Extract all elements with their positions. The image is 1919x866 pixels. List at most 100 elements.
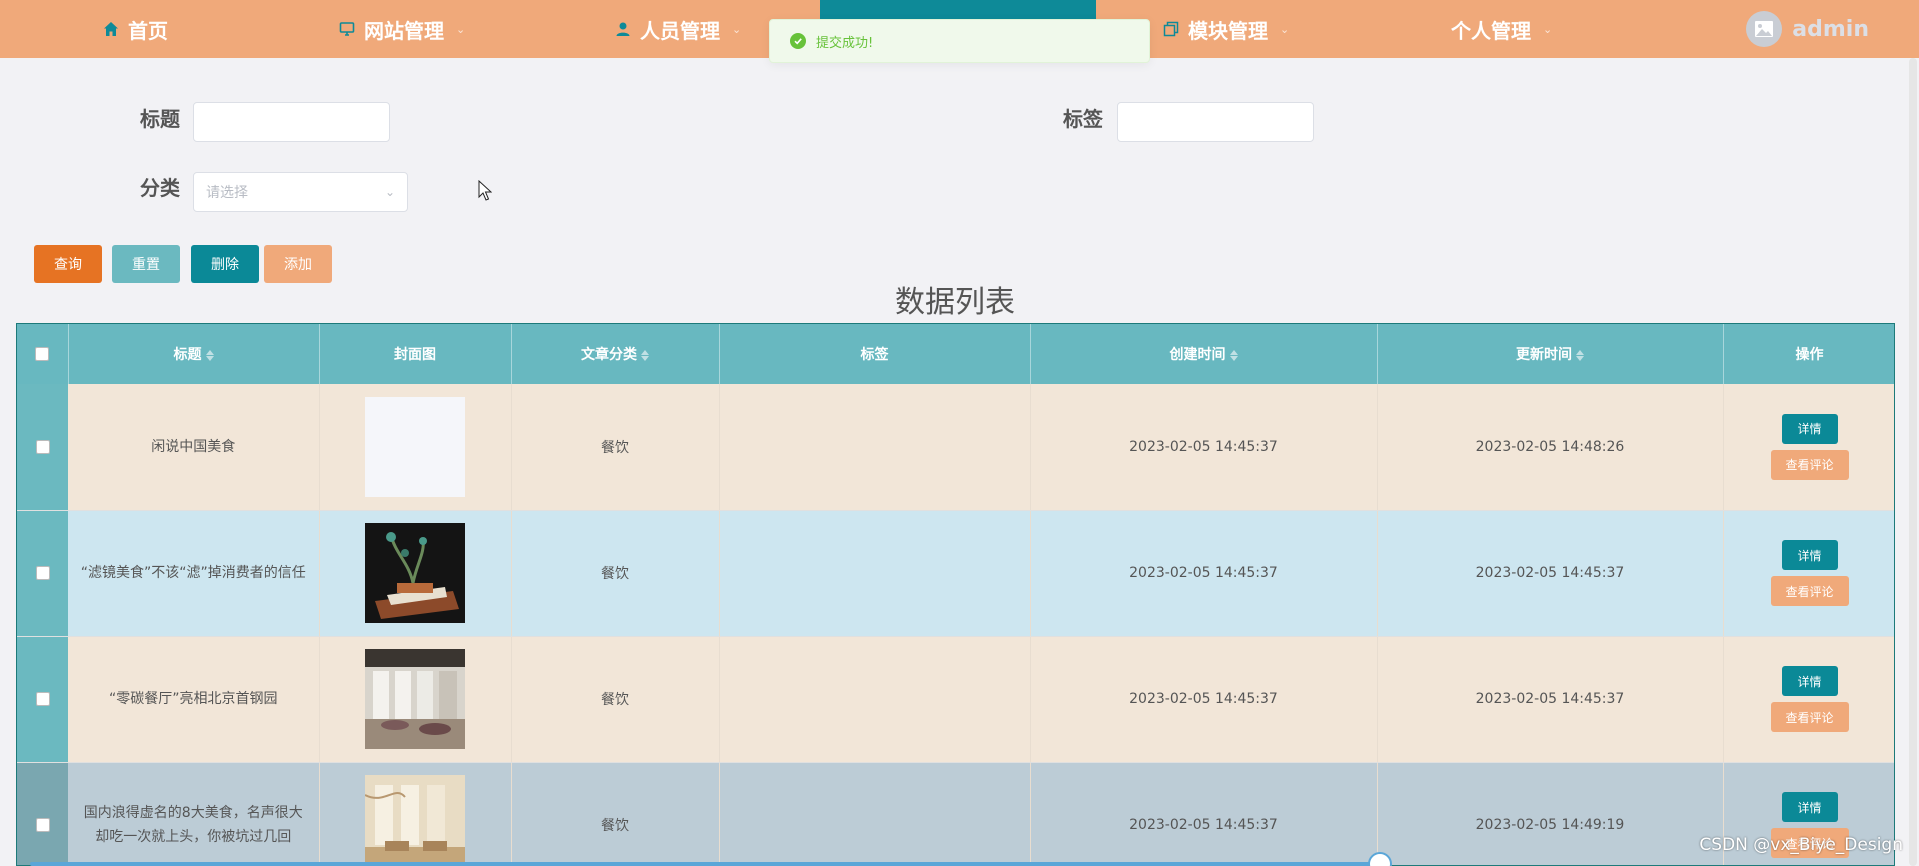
select-all-checkbox[interactable] — [35, 347, 50, 361]
row-select-cell — [17, 510, 68, 637]
chevron-down-icon: ⌄ — [1543, 22, 1553, 36]
row-cover — [319, 510, 512, 637]
row-category: 餐饮 — [511, 384, 720, 511]
row-title: “零碳餐厅”亮相北京首钢园 — [68, 636, 320, 763]
nav-item-label: 首页 — [128, 18, 168, 43]
nav-item-label: 个人管理 — [1451, 18, 1531, 43]
chevron-down-icon: ⌄ — [456, 22, 466, 36]
horizontal-scrollbar[interactable] — [30, 862, 1390, 866]
sort-icon[interactable] — [1229, 349, 1238, 362]
row-category: 餐饮 — [511, 510, 720, 637]
row-cover — [319, 636, 512, 763]
detail-button[interactable]: 详情 — [1781, 540, 1838, 570]
chevron-down-icon: ⌄ — [384, 185, 395, 199]
chevron-down-icon: ⌄ — [1280, 22, 1290, 36]
view-comments-button[interactable]: 查看评论 — [1770, 449, 1849, 480]
row-updated: 2023-02-05 14:48:26 — [1377, 384, 1724, 511]
header-label: 更新时间 — [1516, 347, 1572, 363]
row-checkbox[interactable] — [35, 692, 50, 706]
row-updated: 2023-02-05 14:45:37 — [1377, 510, 1724, 637]
cover-image — [365, 775, 465, 865]
nav-item-module-management[interactable]: 模块管理 ⌄ — [1162, 0, 1289, 58]
nav-item-personal-management[interactable]: 个人管理 ⌄ — [1451, 0, 1552, 58]
row-category: 餐饮 — [511, 762, 720, 865]
header-cover: 封面图 — [319, 324, 512, 384]
toast-message: 提交成功! — [816, 35, 874, 51]
sort-icon[interactable] — [1576, 349, 1584, 362]
view-comments-button[interactable]: 查看评论 — [1770, 702, 1849, 732]
detail-button[interactable]: 详情 — [1781, 792, 1838, 822]
row-actions: 详情 查看评论 — [1723, 636, 1894, 763]
row-cover — [319, 762, 512, 865]
row-actions: 详情 查看评论 — [1723, 510, 1894, 637]
header-category[interactable]: 文章分类 — [511, 324, 720, 384]
row-created: 2023-02-05 14:45:37 — [1030, 510, 1378, 637]
check-circle-icon — [790, 33, 806, 49]
row-select-cell — [17, 636, 68, 763]
username: admin — [1792, 16, 1869, 42]
row-created: 2023-02-05 14:45:37 — [1030, 636, 1378, 763]
category-label: 分类 — [140, 176, 180, 200]
table-header-row: 标题 封面图 文章分类 标签 创建时间 更新时间 操作 — [17, 324, 1894, 384]
tag-label: 标签 — [1063, 107, 1103, 131]
row-tag — [719, 384, 1031, 511]
watermark: CSDN @vx_Biye_Design — [1699, 835, 1903, 855]
select-all-cell — [17, 324, 69, 384]
row-title: “滤镜美食”不该“滤”掉消费者的信任 — [68, 510, 320, 637]
row-checkbox[interactable] — [35, 439, 50, 454]
avatar — [1746, 11, 1783, 47]
sort-icon[interactable] — [205, 349, 214, 362]
row-checkbox[interactable] — [35, 566, 50, 580]
table-row: “滤镜美食”不该“滤”掉消费者的信任 餐饮 2023-02-05 14:45:3… — [17, 510, 1894, 637]
row-actions: 详情 查看评论 — [1723, 384, 1894, 511]
table-row: 国内浪得虚名的8大美食，名声很大却吃一次就上头，你被坑过几回 餐饮 2023-0… — [17, 762, 1894, 865]
header-tag: 标签 — [719, 324, 1031, 384]
view-comments-button[interactable]: 查看评论 — [1770, 576, 1849, 606]
row-title: 闲说中国美食 — [68, 384, 320, 511]
chevron-down-icon: ⌄ — [732, 22, 742, 36]
title-label: 标题 — [140, 107, 180, 131]
header-label: 封面图 — [394, 347, 436, 363]
detail-button[interactable]: 详情 — [1781, 413, 1838, 444]
detail-button[interactable]: 详情 — [1781, 666, 1838, 696]
cover-image — [365, 649, 465, 749]
tag-input[interactable] — [1117, 102, 1314, 142]
row-title: 国内浪得虚名的8大美食，名声很大却吃一次就上头，你被坑过几回 — [68, 762, 320, 865]
row-updated: 2023-02-05 14:49:19 — [1377, 762, 1724, 865]
row-cover — [319, 384, 512, 511]
header-label: 标题 — [173, 347, 202, 363]
nav-item-label: 模块管理 — [1188, 18, 1268, 43]
user-menu[interactable]: admin — [1746, 0, 1869, 58]
title-input[interactable] — [193, 102, 390, 142]
header-created[interactable]: 创建时间 — [1030, 324, 1378, 384]
category-select[interactable]: 请选择 ⌄ — [193, 172, 408, 212]
home-icon — [102, 20, 120, 38]
nav-item-personnel-management[interactable]: 人员管理 ⌄ — [614, 0, 741, 58]
row-tag — [719, 762, 1031, 865]
nav-item-home[interactable]: 首页 — [102, 0, 168, 58]
table-row: “零碳餐厅”亮相北京首钢园 餐饮 2023-02-05 14:45:37 202… — [17, 636, 1894, 763]
copy-icon — [1162, 20, 1180, 38]
row-created: 2023-02-05 14:45:37 — [1030, 762, 1378, 865]
header-label: 创建时间 — [1169, 347, 1226, 363]
nav-item-site-management[interactable]: 网站管理 ⌄ — [338, 0, 465, 58]
nav-item-label: 人员管理 — [640, 18, 720, 43]
cover-image — [365, 396, 465, 497]
header-updated[interactable]: 更新时间 — [1377, 324, 1724, 384]
nav-item-label: 网站管理 — [364, 18, 444, 43]
data-table: 标题 封面图 文章分类 标签 创建时间 更新时间 操作 闲说中国美食 餐饮 20… — [16, 323, 1895, 866]
row-checkbox[interactable] — [35, 818, 50, 832]
image-placeholder-icon — [1755, 21, 1774, 37]
sort-icon[interactable] — [641, 349, 649, 362]
success-toast: 提交成功! — [769, 19, 1150, 63]
cover-image — [365, 523, 465, 623]
table-row: 闲说中国美食 餐饮 2023-02-05 14:45:37 2023-02-05… — [17, 384, 1894, 511]
row-select-cell — [17, 762, 68, 865]
mouse-cursor-icon — [478, 180, 492, 201]
header-label: 文章分类 — [581, 347, 637, 363]
header-actions: 操作 — [1723, 324, 1894, 384]
row-select-cell — [17, 384, 68, 511]
header-title[interactable]: 标题 — [68, 324, 320, 384]
header-label: 操作 — [1795, 347, 1824, 363]
vertical-scrollbar[interactable] — [1909, 58, 1917, 866]
